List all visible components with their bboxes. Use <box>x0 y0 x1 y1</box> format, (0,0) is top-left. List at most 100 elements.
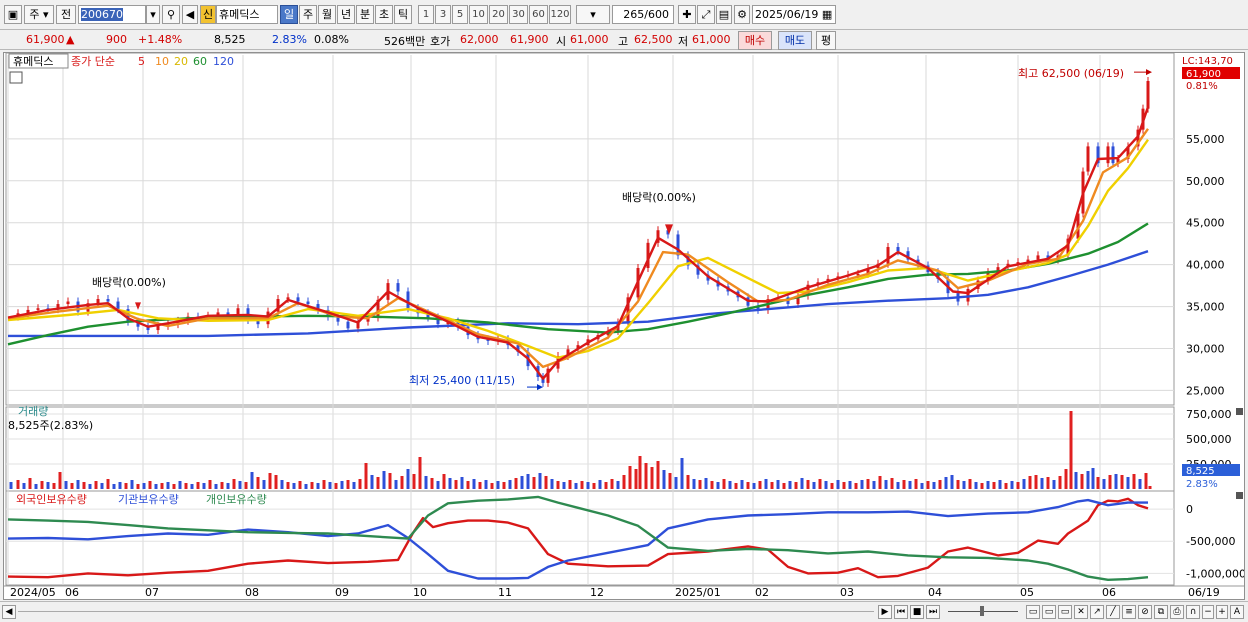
volume-bar-172 <box>1040 478 1044 489</box>
sell-button[interactable]: 매도 <box>778 31 812 50</box>
volume-bar-166 <box>1004 483 1008 489</box>
legend-individual[interactable]: 개인보유수량 <box>206 493 267 506</box>
count-input[interactable]: 265/600 <box>612 5 674 24</box>
interval-button-6[interactable]: 60 <box>529 5 548 24</box>
volume-bar-188 <box>1132 474 1136 489</box>
scroll-track[interactable] <box>18 611 874 612</box>
eval-label: 평 <box>820 34 832 47</box>
eval-button[interactable]: 평 <box>816 31 836 50</box>
chart-area[interactable]: 2024/05 06 07 08 09 10 11 12 2025/01 02 03 04 05 06 25… <box>3 52 1245 600</box>
period-tab-0[interactable]: 일 <box>280 5 298 24</box>
code-input[interactable]: 200670 <box>78 5 146 24</box>
auto-scale-icon[interactable]: A <box>1230 605 1244 619</box>
rewind-icon[interactable]: ⏮ <box>894 605 908 619</box>
period-tab-2[interactable]: 월 <box>318 5 336 24</box>
interval-button-7[interactable]: 120 <box>549 5 571 24</box>
volume-bar-62 <box>382 471 386 489</box>
period-tab-1[interactable]: 주 <box>299 5 317 24</box>
legend-ma-120[interactable]: 120 <box>213 55 234 68</box>
period-tab-6[interactable]: 틱 <box>394 5 412 24</box>
interval-dropdown[interactable]: ▾ <box>576 5 610 24</box>
fast-forward-icon[interactable]: ⏭ <box>926 605 940 619</box>
trend-icon[interactable]: ↗ <box>1090 605 1104 619</box>
layout-icon-1[interactable]: ▭ <box>1026 605 1040 619</box>
zoom-slider-handle[interactable] <box>980 606 984 616</box>
chart-svg[interactable]: 2024/05 06 07 08 09 10 11 12 2025/01 02 03 04 05 0625… <box>4 53 1244 599</box>
window-menu-icon[interactable]: ▣ <box>4 5 22 24</box>
save-icon[interactable]: ▤ <box>716 5 732 24</box>
volume-bar-66 <box>406 469 410 489</box>
interval-button-5[interactable]: 30 <box>509 5 528 24</box>
draw-icon[interactable]: ⤢ <box>697 5 715 24</box>
volume-bar-104 <box>634 469 638 489</box>
legend-ma-60[interactable]: 60 <box>193 55 207 68</box>
volume-bar-148 <box>896 482 900 489</box>
volume-bar-103 <box>628 466 632 489</box>
legend-foreign[interactable]: 외국인보유수량 <box>16 493 87 506</box>
volume-bar-129 <box>782 483 786 489</box>
stock-name: 휴메딕스 <box>219 8 260 21</box>
x-tick-label-5: 10 <box>413 586 427 599</box>
settings-icon[interactable]: ⚙ <box>734 5 750 24</box>
volume-bar-160 <box>968 479 972 489</box>
volume-bar-177 <box>1069 411 1073 489</box>
interval-button-0[interactable]: 1 <box>418 5 434 24</box>
candle-body-15 <box>156 325 160 331</box>
zoom-in-icon[interactable]: + <box>1216 605 1228 619</box>
erase-icon[interactable]: ⊘ <box>1138 605 1152 619</box>
price-tick-label-4: 45,000 <box>1186 217 1225 230</box>
prev-button[interactable]: 전 <box>56 5 76 24</box>
legend-ma-5[interactable]: 5 <box>138 55 145 68</box>
scroll-left-icon[interactable]: ◀ <box>2 605 16 619</box>
period-tab-4[interactable]: 분 <box>356 5 374 24</box>
volume-bar-49 <box>304 484 308 489</box>
volume-bar-150 <box>908 481 912 489</box>
stop-icon[interactable]: ■ <box>910 605 924 619</box>
layout-icon-3[interactable]: ▭ <box>1058 605 1072 619</box>
volume-bar-156 <box>944 477 948 489</box>
high-annotation: 최고 62,500 (06/19) <box>1018 67 1124 80</box>
line-icon[interactable]: ╱ <box>1106 605 1120 619</box>
holdings-line-0 <box>7 497 1149 579</box>
layout-icon-2[interactable]: ▭ <box>1042 605 1056 619</box>
period-tab-5[interactable]: 초 <box>375 5 393 24</box>
legend-ma-20[interactable]: 20 <box>174 55 188 68</box>
crosshair-icon[interactable]: ✕ <box>1074 605 1088 619</box>
speaker-icon[interactable]: ◀ <box>182 5 198 24</box>
date-input[interactable]: 2025/06/19 ▦ <box>752 5 836 24</box>
volume-bar-162 <box>980 483 984 489</box>
print-icon[interactable]: ⎙ <box>1170 605 1184 619</box>
calculator-icon[interactable] <box>9 71 23 84</box>
period-unit-select[interactable]: 주 ▾ <box>24 5 54 24</box>
volume-bar-9 <box>64 481 68 489</box>
interval-button-2[interactable]: 5 <box>452 5 468 24</box>
volume-bar-80 <box>490 483 494 489</box>
turnover-rate: 0.08% <box>314 33 349 46</box>
magnet-icon[interactable]: ∩ <box>1186 605 1200 619</box>
copy-icon[interactable]: ⧉ <box>1154 605 1168 619</box>
volume-bar-173 <box>1046 477 1050 489</box>
search-icon[interactable]: ⚲ <box>162 5 180 24</box>
period-tab-3[interactable]: 년 <box>337 5 355 24</box>
scroll-right-icon[interactable]: ▶ <box>878 605 892 619</box>
fib-icon[interactable]: ≡ <box>1122 605 1136 619</box>
date-value: 2025/06/19 <box>755 8 819 21</box>
volume-bar-12 <box>82 482 86 489</box>
volume-bar-127 <box>770 482 774 489</box>
interval-button-4[interactable]: 20 <box>489 5 508 24</box>
chart-tools-icon[interactable]: ✚ <box>678 5 696 24</box>
legend-institution[interactable]: 기관보유수량 <box>118 493 179 506</box>
volume-bar-92 <box>562 482 566 489</box>
candle-body-90 <box>896 247 900 252</box>
stock-name-field[interactable]: 휴메딕스 <box>216 5 278 24</box>
interval-button-1[interactable]: 3 <box>435 5 451 24</box>
volume-bar-15 <box>100 483 104 489</box>
volume-bar-88 <box>538 473 542 489</box>
zoom-out-icon[interactable]: − <box>1202 605 1214 619</box>
code-dropdown-icon[interactable]: ▾ <box>146 5 160 24</box>
x-tick-label-2: 07 <box>145 586 159 599</box>
buy-button[interactable]: 매수 <box>738 31 772 50</box>
buy-label: 매수 <box>744 34 766 47</box>
interval-button-3[interactable]: 10 <box>469 5 488 24</box>
legend-ma-10[interactable]: 10 <box>155 55 169 68</box>
